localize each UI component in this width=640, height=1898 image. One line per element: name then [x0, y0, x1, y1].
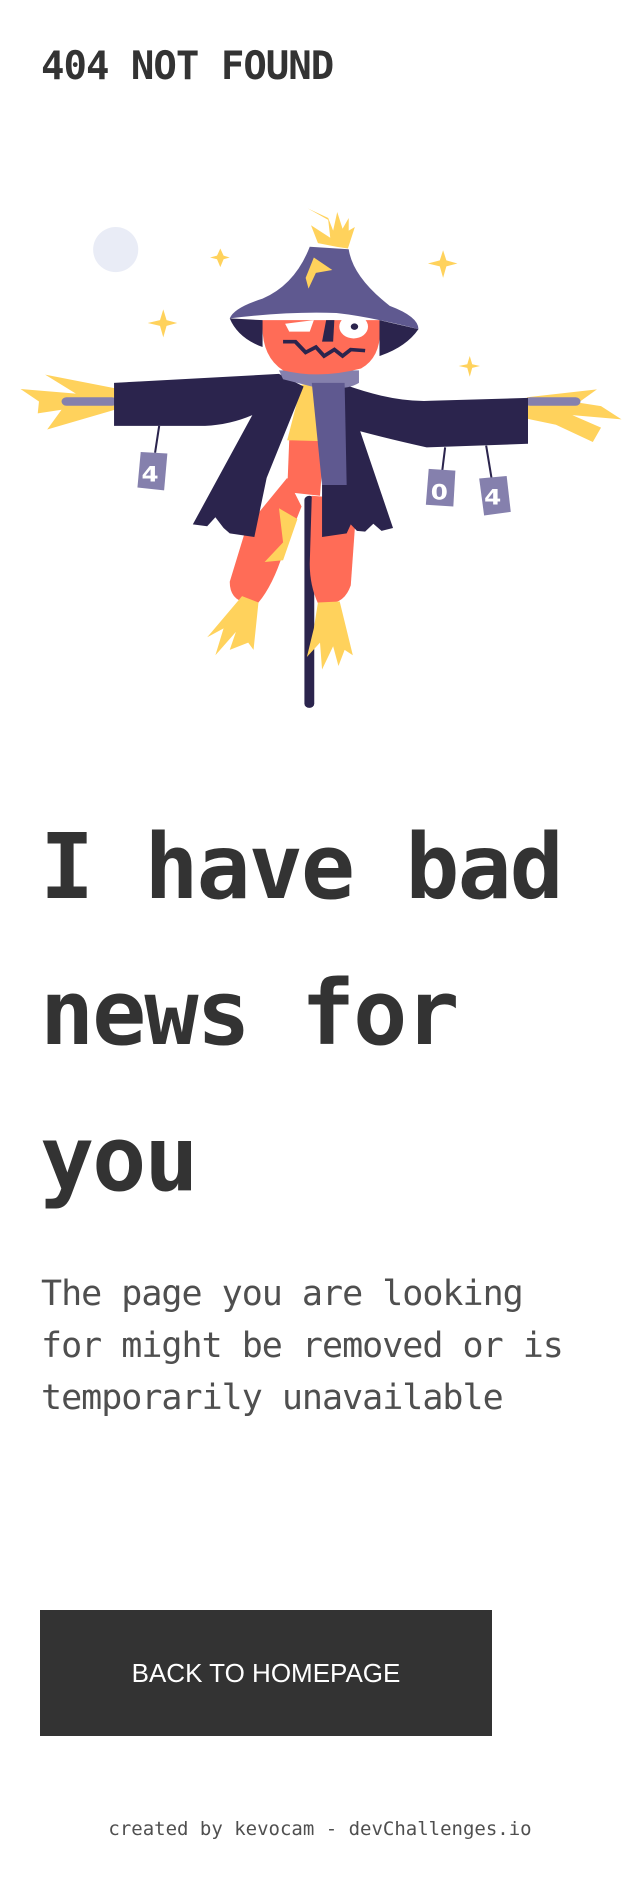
site-title: 404 NOT FOUND [41, 44, 334, 89]
can-label: 0 [431, 481, 448, 505]
description: The page you are looking for might be re… [41, 1274, 564, 1418]
scarecrow-illustration: 4 0 4 [20, 208, 622, 708]
headline: I have bad news for you [40, 815, 564, 1212]
footer-credit: created by kevocam - devChallenges.io [108, 1818, 532, 1840]
moon-icon [93, 227, 139, 273]
can-label: 4 [142, 463, 159, 487]
can-label: 4 [484, 486, 501, 510]
back-to-homepage-button[interactable]: BACK TO HOMEPAGE [40, 1610, 492, 1736]
